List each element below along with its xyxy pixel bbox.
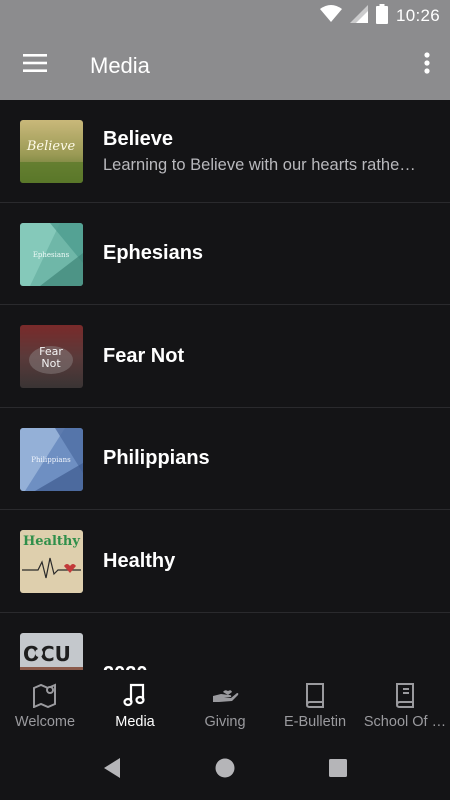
status-bar: 10:26: [0, 0, 450, 32]
system-navigation-bar: [0, 740, 450, 800]
giving-hand-icon: [180, 682, 270, 708]
media-item-title: Philippians: [103, 447, 210, 469]
status-time: 10:26: [395, 6, 440, 25]
tab-label: Media: [115, 714, 155, 730]
page-title: Media: [90, 53, 150, 78]
media-item-2020[interactable]: OCU 2020: [0, 613, 450, 670]
more-vert-icon: [424, 51, 430, 79]
tab-label: Giving: [204, 714, 246, 730]
recents-square-icon: [328, 758, 348, 783]
navigation-menu-button[interactable]: [14, 44, 56, 86]
tab-media[interactable]: Media: [90, 670, 180, 740]
media-item-healthy[interactable]: Healthy Healthy: [0, 510, 450, 613]
music-note-icon: [90, 682, 180, 708]
tab-label: E-Bulletin: [283, 714, 347, 730]
system-back-button[interactable]: [100, 757, 124, 784]
media-thumbnail: Fear Not: [20, 325, 83, 388]
media-item-title: 2020: [103, 641, 430, 670]
hamburger-menu-icon: [23, 53, 47, 77]
tab-giving[interactable]: Giving: [180, 670, 270, 740]
thumbnail-lettering: OCU: [23, 642, 71, 666]
book-icon: [270, 682, 360, 708]
bottom-navigation: Welcome Media Giving E-Bulletin School O…: [0, 670, 450, 740]
tab-label: Welcome: [14, 714, 76, 730]
thumbnail-lettering: Philippians: [31, 456, 71, 464]
thumbnail-lettering: Believe: [26, 139, 76, 154]
status-icons: 10:26: [319, 3, 440, 29]
tab-label: School Of …: [363, 714, 447, 730]
battery-icon: [375, 3, 388, 29]
overflow-menu-button[interactable]: [414, 44, 440, 86]
system-recents-button[interactable]: [326, 758, 350, 782]
wifi-icon: [319, 4, 342, 28]
book-icon: [360, 682, 450, 708]
tab-e-bulletin[interactable]: E-Bulletin: [270, 670, 360, 740]
media-item-believe[interactable]: Believe Believe Learning to Believe with…: [0, 100, 450, 203]
media-thumbnail: Philippians: [20, 427, 83, 491]
back-triangle-icon: [102, 757, 122, 784]
app-bar: Media: [0, 32, 450, 100]
tab-school-of[interactable]: School Of …: [360, 670, 450, 740]
thumbnail-lettering: Ephesians: [33, 251, 70, 259]
map-pin-icon: [0, 682, 90, 708]
media-item-subtitle: Learning to Believe with our hearts rath…: [103, 155, 416, 174]
home-circle-icon: [214, 757, 236, 784]
media-item-title: Ephesians: [103, 242, 204, 264]
tab-welcome[interactable]: Welcome: [0, 670, 90, 740]
media-thumbnail: Healthy: [20, 530, 83, 593]
media-item-philippians[interactable]: Philippians Philippians: [0, 408, 450, 510]
media-item-title: Healthy: [103, 549, 176, 572]
media-thumbnail: Ephesians: [20, 222, 83, 286]
thumbnail-lettering: Healthy: [23, 534, 80, 549]
media-item-fear-not[interactable]: Fear Not Fear Not: [0, 305, 450, 408]
media-thumbnail: OCU: [20, 632, 83, 670]
media-item-title: Believe: [103, 127, 174, 150]
media-list: Believe Believe Learning to Believe with…: [0, 100, 450, 670]
thumbnail-lettering: Not: [41, 357, 61, 370]
system-home-button[interactable]: [213, 758, 237, 782]
signal-icon: [349, 4, 368, 28]
media-thumbnail: Believe: [20, 120, 83, 183]
media-item-ephesians[interactable]: Ephesians Ephesians: [0, 203, 450, 305]
media-item-title: Fear Not: [103, 344, 185, 367]
